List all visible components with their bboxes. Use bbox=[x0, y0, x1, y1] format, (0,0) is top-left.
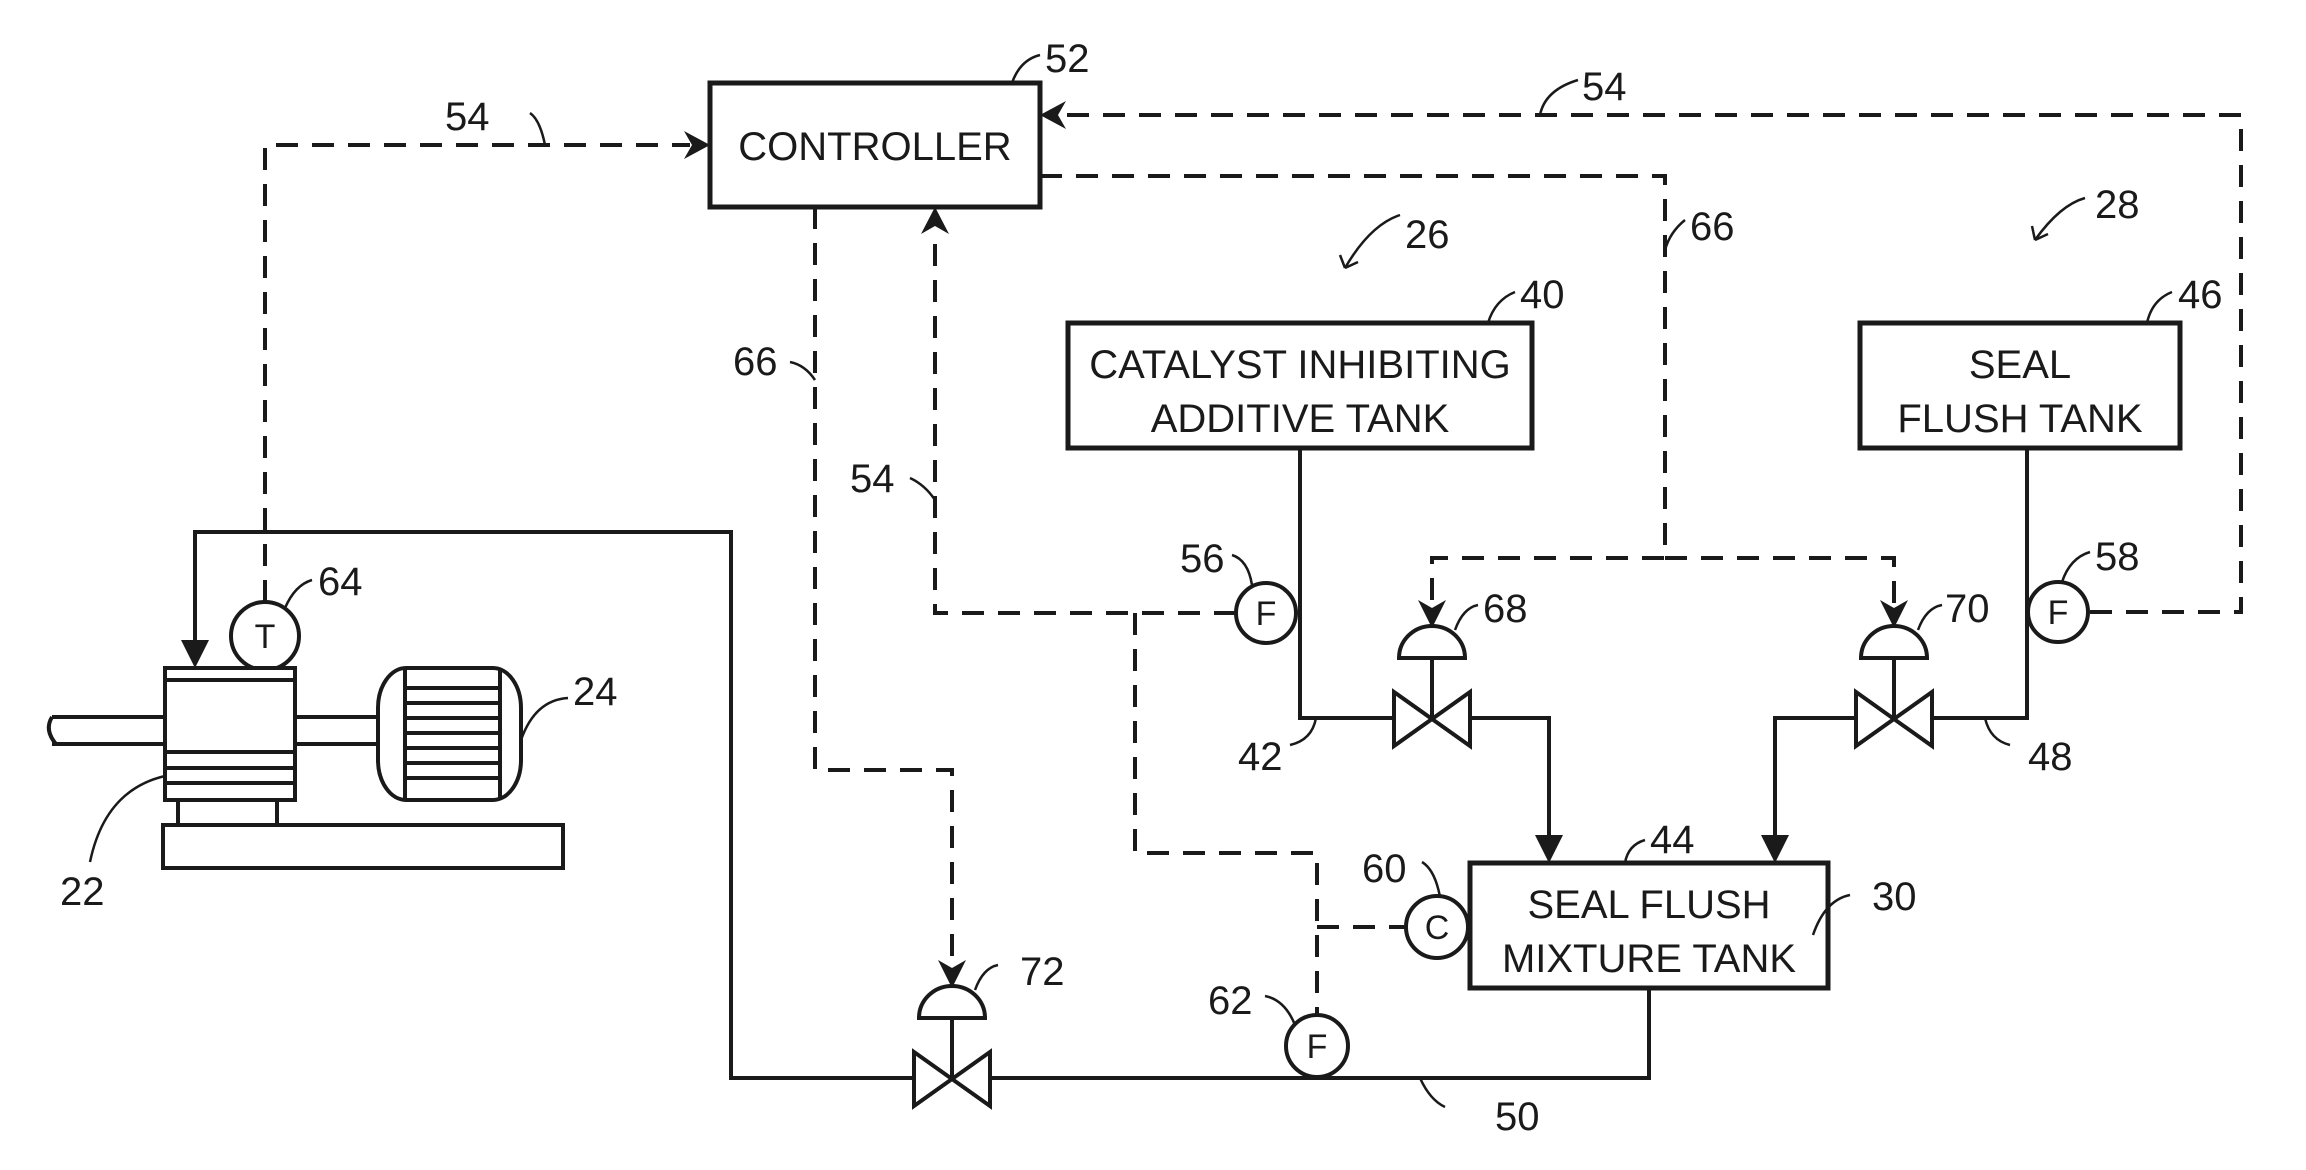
pump-motor-coupling-shaft bbox=[295, 715, 378, 746]
leader-72 bbox=[973, 963, 999, 991]
pump-22[interactable] bbox=[46, 666, 297, 825]
pump-inlet-pipe bbox=[52, 715, 167, 746]
leader-64 bbox=[283, 578, 313, 609]
leader-66-left bbox=[789, 360, 817, 381]
concentration-sensor-60[interactable]: C bbox=[1404, 894, 1470, 960]
ref-26: 26 bbox=[1405, 213, 1450, 257]
ref-24: 24 bbox=[573, 670, 618, 714]
leader-44 bbox=[1623, 838, 1646, 864]
ref-28: 28 bbox=[2095, 183, 2140, 227]
ref-56: 56 bbox=[1180, 537, 1225, 581]
leader-48 bbox=[1983, 717, 2011, 747]
pump-support bbox=[176, 800, 279, 825]
ref-72: 72 bbox=[1020, 950, 1065, 994]
motor-24[interactable] bbox=[376, 666, 523, 802]
flow-sensor-58-letter: F bbox=[2048, 594, 2069, 632]
arrow-into-controller-bottom bbox=[921, 207, 949, 234]
ref-58: 58 bbox=[2095, 535, 2140, 579]
leader-50 bbox=[1418, 1077, 1446, 1109]
ref-60: 60 bbox=[1362, 847, 1407, 891]
ref-64: 64 bbox=[318, 560, 363, 604]
ref-48: 48 bbox=[2028, 735, 2073, 779]
seal-flush-tank-label-line2: FLUSH TANK bbox=[1897, 397, 2143, 441]
ref-66-left: 66 bbox=[733, 340, 778, 384]
arrow-into-controller-right bbox=[1040, 101, 1066, 129]
actuator-icon bbox=[1396, 624, 1468, 660]
leader-58 bbox=[2060, 550, 2091, 583]
flow-sensor-56[interactable]: F bbox=[1234, 581, 1298, 645]
ref-50: 50 bbox=[1495, 1095, 1540, 1139]
leader-56 bbox=[1231, 553, 1254, 586]
leader-70 bbox=[1916, 603, 1943, 631]
equipment-baseplate bbox=[161, 823, 565, 870]
ref-44: 44 bbox=[1650, 818, 1695, 862]
leader-52 bbox=[1010, 53, 1041, 84]
controller-label: CONTROLLER bbox=[738, 125, 1011, 169]
leader-54-mid bbox=[909, 476, 937, 501]
ref-22: 22 bbox=[60, 870, 105, 914]
arrow-into-mixture-tank-left bbox=[1535, 835, 1563, 863]
seal-flush-system-diagram: CONTROLLER CATALYST INHIBITING ADDITIVE … bbox=[46, 37, 2243, 1139]
leader-24 bbox=[519, 696, 569, 741]
leader-46 bbox=[2145, 290, 2173, 324]
ref-30: 30 bbox=[1872, 875, 1917, 919]
seal-flush-mixture-tank[interactable]: SEAL FLUSH MIXTURE TANK bbox=[1467, 860, 1831, 991]
ref-68: 68 bbox=[1483, 587, 1528, 631]
leader-28 bbox=[2033, 196, 2086, 241]
actuator-icon bbox=[1858, 624, 1930, 660]
flow-sensor-56-letter: F bbox=[1256, 595, 1277, 633]
arrow-to-valve-70 bbox=[1880, 600, 1908, 628]
leader-68 bbox=[1453, 603, 1479, 631]
actuator-icon bbox=[916, 984, 988, 1020]
ref-54-left: 54 bbox=[445, 95, 490, 139]
mixture-tank-label-line1: SEAL FLUSH bbox=[1527, 883, 1770, 927]
arrow-to-valve-68 bbox=[1418, 600, 1446, 628]
ref-54-mid: 54 bbox=[850, 457, 895, 501]
leader-22 bbox=[88, 774, 166, 863]
seal-flush-tank[interactable]: SEAL FLUSH TANK bbox=[1857, 320, 2183, 451]
ref-70: 70 bbox=[1945, 587, 1990, 631]
arrow-into-mixture-tank-right bbox=[1761, 835, 1789, 863]
ref-62: 62 bbox=[1208, 979, 1253, 1023]
mixture-tank-label-line2: MIXTURE TANK bbox=[1502, 937, 1796, 981]
ref-52: 52 bbox=[1045, 37, 1090, 81]
seal-flush-tank-label-line1: SEAL bbox=[1969, 343, 2071, 387]
control-line-66-left bbox=[813, 207, 954, 964]
concentration-sensor-60-letter: C bbox=[1425, 909, 1450, 947]
leader-54-left bbox=[529, 111, 547, 146]
flow-sensor-58[interactable]: F bbox=[2026, 580, 2090, 644]
signal-branch-sensors bbox=[1133, 613, 1319, 1016]
catalyst-tank-label-line1: CATALYST INHIBITING bbox=[1089, 343, 1511, 387]
leader-26 bbox=[1343, 213, 1401, 269]
leader-40 bbox=[1486, 290, 1516, 324]
ref-42: 42 bbox=[1238, 735, 1283, 779]
ref-66-right: 66 bbox=[1690, 205, 1735, 249]
catalyst-inhibiting-additive-tank[interactable]: CATALYST INHIBITING ADDITIVE TANK bbox=[1065, 320, 1535, 451]
leader-54-top bbox=[1538, 78, 1579, 116]
leader-66-right bbox=[1663, 219, 1686, 251]
controller-box[interactable]: CONTROLLER bbox=[707, 80, 1043, 210]
ref-40: 40 bbox=[1520, 273, 1565, 317]
temperature-sensor-64-letter: T bbox=[255, 618, 276, 656]
arrow-into-pump bbox=[181, 640, 209, 668]
leader-60 bbox=[1421, 860, 1442, 898]
flow-sensor-62-letter: F bbox=[1307, 1028, 1328, 1066]
arrow-to-valve-72 bbox=[938, 960, 966, 988]
ref-46: 46 bbox=[2178, 273, 2223, 317]
ref-54-top: 54 bbox=[1582, 65, 1627, 109]
leader-42 bbox=[1289, 717, 1318, 747]
temperature-sensor-64[interactable]: T bbox=[229, 600, 301, 672]
leader-62 bbox=[1264, 994, 1297, 1026]
catalyst-tank-label-line2: ADDITIVE TANK bbox=[1151, 397, 1450, 441]
